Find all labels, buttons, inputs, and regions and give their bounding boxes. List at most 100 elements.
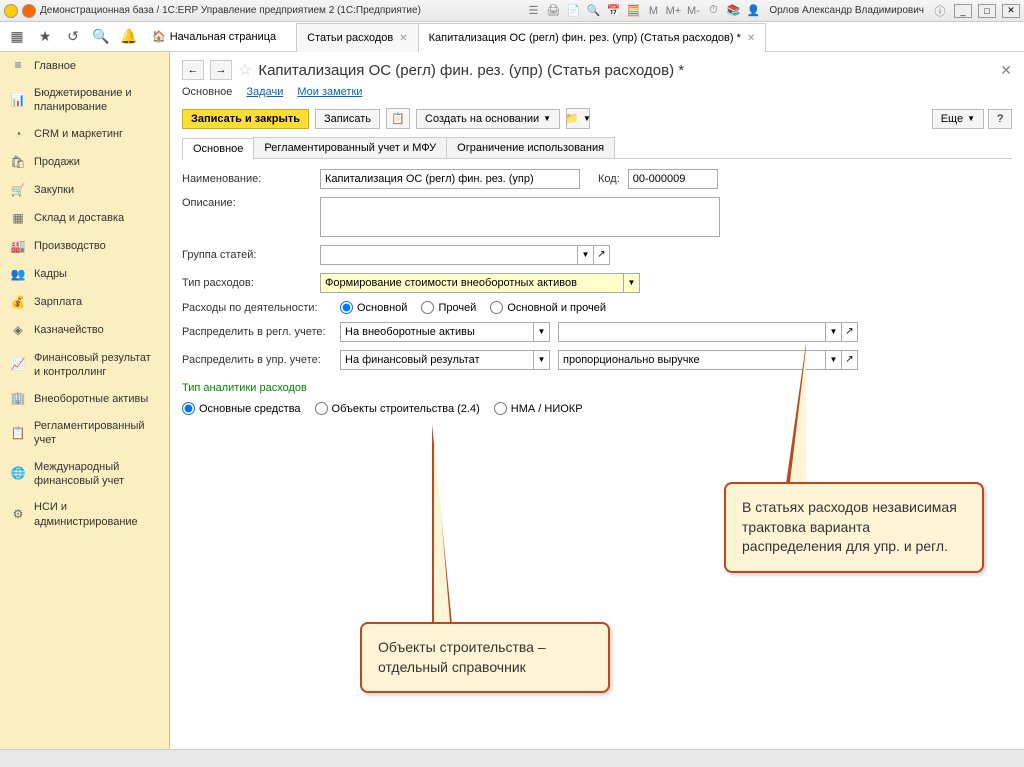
- sidebar: ≡Главное 📊Бюджетирование и планирование …: [0, 52, 170, 749]
- inner-tabs: Основное Регламентированный учет и МФУ О…: [182, 137, 1012, 159]
- sidebar-item-assets[interactable]: 🏢Внеоборотные активы: [0, 385, 169, 413]
- sidebar-item-label: Главное: [34, 59, 76, 73]
- group-label: Группа статей:: [182, 249, 312, 261]
- bell-icon[interactable]: 🔔: [118, 26, 140, 48]
- name-input[interactable]: [320, 169, 580, 189]
- sidebar-item-label: Международный финансовый учет: [34, 460, 159, 489]
- sublink-main[interactable]: Основное: [182, 86, 232, 98]
- apps-icon[interactable]: ▦: [6, 26, 28, 48]
- sidebar-item-hr[interactable]: 👥Кадры: [0, 261, 169, 289]
- distr-regl-label: Распределить в регл. учете:: [182, 326, 332, 338]
- info-icon[interactable]: ⓘ: [932, 3, 948, 19]
- chevron-down-icon[interactable]: ▼: [533, 351, 549, 369]
- star-icon[interactable]: ☆: [238, 60, 252, 80]
- tab-expenses[interactable]: Статьи расходов ✕: [296, 23, 418, 52]
- open-icon[interactable]: ↗: [593, 246, 609, 264]
- sidebar-item-production[interactable]: 🏭Производство: [0, 233, 169, 261]
- star-icon[interactable]: ★: [34, 26, 56, 48]
- radio-construction[interactable]: Объекты строительства (2.4): [315, 402, 480, 415]
- back-button[interactable]: ←: [182, 60, 204, 80]
- sublink-notes[interactable]: Мои заметки: [297, 86, 362, 98]
- help-button[interactable]: ?: [988, 109, 1012, 129]
- sidebar-item-purchases[interactable]: 🛒Закупки: [0, 177, 169, 205]
- code-input[interactable]: [628, 169, 718, 189]
- sublink-tasks[interactable]: Задачи: [246, 86, 283, 98]
- sidebar-item-label: Кадры: [34, 267, 67, 281]
- sidebar-item-regaccount[interactable]: 📋Регламентированный учет: [0, 413, 169, 454]
- sidebar-item-sales[interactable]: 🛍Продажи: [0, 149, 169, 177]
- form: Наименование: Код: Описание: Группа стат…: [182, 169, 1012, 415]
- activity-label: Расходы по деятельности:: [182, 302, 332, 314]
- open-icon[interactable]: ↗: [841, 323, 857, 341]
- cart-icon: 🛒: [10, 183, 26, 199]
- type-select[interactable]: Формирование стоимости внеоборотных акти…: [320, 273, 640, 293]
- sidebar-item-warehouse[interactable]: ▦Склад и доставка: [0, 205, 169, 233]
- innertab-restriction[interactable]: Ограничение использования: [446, 137, 615, 158]
- sidebar-item-nsi[interactable]: ⚙НСИ и администрирование: [0, 494, 169, 535]
- chevron-down-icon[interactable]: ▼: [577, 246, 593, 264]
- toolbar-icon[interactable]: 🧮: [625, 3, 641, 19]
- app-icon-1: [4, 4, 18, 18]
- minimize-button[interactable]: _: [954, 4, 972, 18]
- radio-other[interactable]: Прочей: [421, 301, 476, 314]
- distr-regl-select[interactable]: На внеоборотные активы▼: [340, 322, 550, 342]
- sidebar-item-salary[interactable]: 💰Зарплата: [0, 289, 169, 317]
- chevron-down-icon[interactable]: ▼: [825, 323, 841, 341]
- create-based-button[interactable]: Создать на основании▼: [416, 109, 560, 129]
- toolbar-icon[interactable]: 📚: [725, 3, 741, 19]
- history-icon[interactable]: ↺: [62, 26, 84, 48]
- desc-textarea[interactable]: [320, 197, 720, 237]
- radio-both[interactable]: Основной и прочей: [490, 301, 606, 314]
- toolbar-icon[interactable]: 📅: [605, 3, 621, 19]
- list-button[interactable]: 📋: [386, 108, 410, 129]
- more-button[interactable]: Еще▼: [932, 109, 984, 129]
- folder-button[interactable]: 📁▼: [566, 108, 590, 129]
- chevron-down-icon[interactable]: ▼: [623, 274, 639, 292]
- grid-icon: ▦: [10, 211, 26, 227]
- sidebar-item-intlfin[interactable]: 🌐Международный финансовый учет: [0, 454, 169, 495]
- innertab-regaccount[interactable]: Регламентированный учет и МФУ: [253, 137, 447, 158]
- sidebar-item-crm[interactable]: ◔CRM и маркетинг: [0, 121, 169, 149]
- close-icon[interactable]: ✕: [747, 33, 755, 44]
- maximize-button[interactable]: □: [978, 4, 996, 18]
- open-icon[interactable]: ↗: [841, 351, 857, 369]
- home-icon: 🏠: [152, 30, 166, 43]
- toolbar-icon[interactable]: 🖨: [545, 3, 561, 19]
- distr-upr-select[interactable]: На финансовый результат▼: [340, 350, 550, 370]
- tab-capitalization[interactable]: Капитализация ОС (регл) фин. рез. (упр) …: [418, 23, 767, 52]
- save-button[interactable]: Записать: [315, 109, 380, 129]
- gear-icon: ⚙: [10, 507, 26, 523]
- radio-nma[interactable]: НМА / НИОКР: [494, 402, 583, 415]
- close-button[interactable]: ✕: [1002, 4, 1020, 18]
- group-select[interactable]: ▼↗: [320, 245, 610, 265]
- radio-os[interactable]: Основные средства: [182, 402, 301, 415]
- callout-text: В статьях расходов независимая трактовка…: [742, 499, 957, 554]
- sidebar-item-label: Финансовый результат и контроллинг: [34, 351, 159, 380]
- sidebar-item-finresult[interactable]: 📈 Финансовый результат и контроллинг: [0, 345, 169, 386]
- close-icon[interactable]: ✕: [399, 33, 407, 44]
- forward-button[interactable]: →: [210, 60, 232, 80]
- search-icon[interactable]: 🔍: [90, 26, 112, 48]
- save-close-button[interactable]: Записать и закрыть: [182, 109, 309, 129]
- distr-regl-extra[interactable]: ▼↗: [558, 322, 858, 342]
- close-page-icon[interactable]: ✕: [1000, 62, 1012, 79]
- m-minus[interactable]: M-: [685, 3, 701, 19]
- sidebar-item-main[interactable]: ≡Главное: [0, 52, 169, 80]
- sidebar-item-budget[interactable]: 📊Бюджетирование и планирование: [0, 80, 169, 121]
- toolbar-icon[interactable]: ⏱: [705, 3, 721, 19]
- toolbar-icon[interactable]: 📄: [565, 3, 581, 19]
- app-icon-2: [22, 4, 36, 18]
- tab-label: Статьи расходов: [307, 32, 393, 44]
- home-tab[interactable]: 🏠 Начальная страница: [146, 30, 282, 43]
- distr-upr-extra[interactable]: пропорционально выручке▼↗: [558, 350, 858, 370]
- sidebar-item-treasury[interactable]: ◈Казначейство: [0, 317, 169, 345]
- innertab-main[interactable]: Основное: [182, 138, 254, 159]
- trend-icon: 📈: [10, 357, 26, 373]
- toolbar-icon[interactable]: ☰: [525, 3, 541, 19]
- code-label: Код:: [598, 173, 620, 185]
- radio-main[interactable]: Основной: [340, 301, 407, 314]
- m-plus[interactable]: M+: [665, 3, 681, 19]
- chevron-down-icon[interactable]: ▼: [825, 351, 841, 369]
- chevron-down-icon[interactable]: ▼: [533, 323, 549, 341]
- toolbar-icon[interactable]: 🔍: [585, 3, 601, 19]
